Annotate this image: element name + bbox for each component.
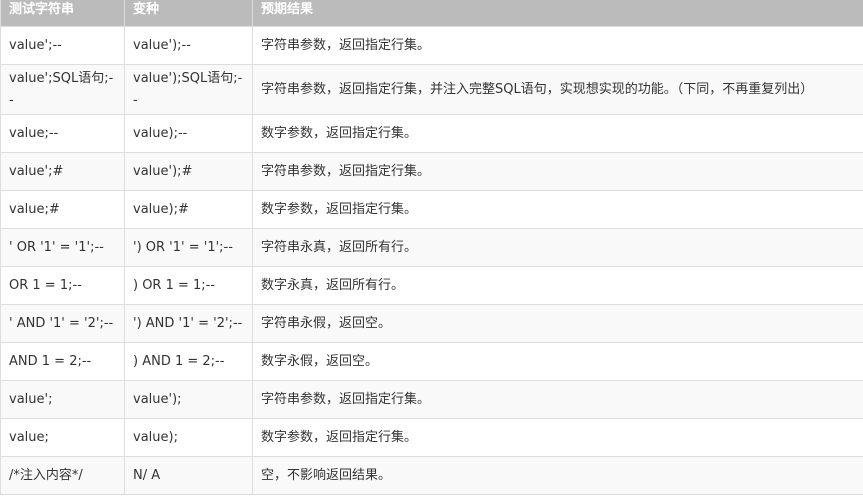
table-header: 测试字符串 变种 预期结果 [0, 0, 863, 27]
cell-expected-result: 数字参数，返回指定行集。 [252, 190, 863, 229]
cell-test-string: value;# [0, 190, 125, 229]
cell-test-string: value';# [0, 152, 125, 191]
cell-variant: ') OR '1' = '1';-- [124, 228, 253, 267]
cell-expected-result: 空，不影响返回结果。 [252, 456, 863, 495]
cell-variant: value);# [124, 190, 253, 229]
cell-test-string: /*注入内容*/ [0, 456, 125, 495]
cell-expected-result: 数字参数，返回指定行集。 [252, 418, 863, 457]
cell-test-string: value';-- [0, 26, 125, 65]
table-row: value; value); 数字参数，返回指定行集。 [0, 418, 863, 457]
table-row: value';# value');# 字符串参数，返回指定行集。 [0, 152, 863, 191]
table-row: value'; value'); 字符串参数，返回指定行集。 [0, 380, 863, 419]
cell-variant: value');# [124, 152, 253, 191]
table-row: ' OR '1' = '1';-- ') OR '1' = '1';-- 字符串… [0, 228, 863, 267]
table-row: value;# value);# 数字参数，返回指定行集。 [0, 190, 863, 229]
cell-test-string: ' OR '1' = '1';-- [0, 228, 125, 267]
cell-variant: value'); [124, 380, 253, 419]
header-expected-result: 预期结果 [252, 0, 863, 27]
table-row: OR 1 = 1;-- ) OR 1 = 1;-- 数字永真，返回所有行。 [0, 266, 863, 305]
table-body: value';-- value');-- 字符串参数，返回指定行集。 value… [0, 26, 863, 495]
table-row: value';SQL语句;-- value');SQL语句;-- 字符串参数，返… [0, 64, 863, 115]
cell-test-string: AND 1 = 2;-- [0, 342, 125, 381]
cell-expected-result: 字符串永真，返回所有行。 [252, 228, 863, 267]
table-row: ' AND '1' = '2';-- ') AND '1' = '2';-- 字… [0, 304, 863, 343]
header-row: 测试字符串 变种 预期结果 [0, 0, 863, 27]
table-row: AND 1 = 2;-- ) AND 1 = 2;-- 数字永假，返回空。 [0, 342, 863, 381]
cell-variant: value');SQL语句;-- [124, 64, 253, 115]
cell-expected-result: 字符串参数，返回指定行集。 [252, 380, 863, 419]
cell-test-string: value;-- [0, 114, 125, 153]
cell-variant: value');-- [124, 26, 253, 65]
cell-test-string: value';SQL语句;-- [0, 64, 125, 115]
table-row: /*注入内容*/ N/ A 空，不影响返回结果。 [0, 456, 863, 495]
cell-test-string: value; [0, 418, 125, 457]
cell-variant: ') AND '1' = '2';-- [124, 304, 253, 343]
sql-injection-table: 测试字符串 变种 预期结果 value';-- value');-- 字符串参数… [0, 0, 863, 495]
cell-variant: value); [124, 418, 253, 457]
cell-expected-result: 字符串永假，返回空。 [252, 304, 863, 343]
cell-test-string: value'; [0, 380, 125, 419]
cell-expected-result: 字符串参数，返回指定行集。 [252, 152, 863, 191]
table-row: value';-- value');-- 字符串参数，返回指定行集。 [0, 26, 863, 65]
cell-expected-result: 数字永假，返回空。 [252, 342, 863, 381]
cell-variant: ) OR 1 = 1;-- [124, 266, 253, 305]
header-test-string: 测试字符串 [0, 0, 125, 27]
header-variant: 变种 [124, 0, 253, 27]
cell-expected-result: 字符串参数，返回指定行集。 [252, 26, 863, 65]
cell-expected-result: 数字永真，返回所有行。 [252, 266, 863, 305]
cell-expected-result: 字符串参数，返回指定行集，并注入完整SQL语句，实现想实现的功能。（下同，不再重… [252, 64, 863, 115]
cell-expected-result: 数字参数，返回指定行集。 [252, 114, 863, 153]
table-row: value;-- value);-- 数字参数，返回指定行集。 [0, 114, 863, 153]
cell-variant: value);-- [124, 114, 253, 153]
cell-variant: ) AND 1 = 2;-- [124, 342, 253, 381]
cell-test-string: ' AND '1' = '2';-- [0, 304, 125, 343]
cell-test-string: OR 1 = 1;-- [0, 266, 125, 305]
cell-variant: N/ A [124, 456, 253, 495]
